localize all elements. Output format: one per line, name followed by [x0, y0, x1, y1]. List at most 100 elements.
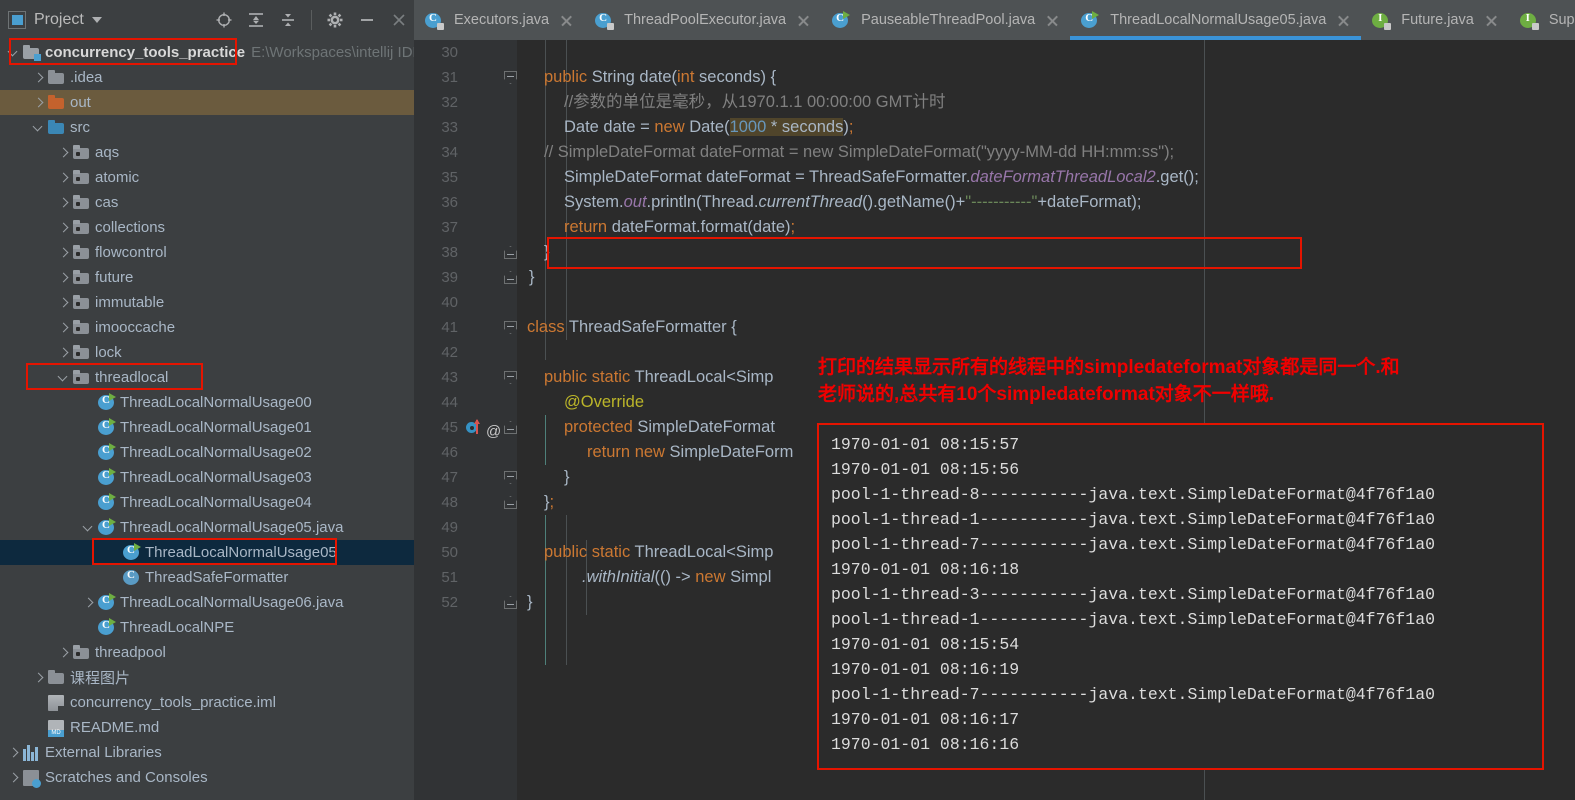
tree-node-threadlocalnormalusage00[interactable]: ThreadLocalNormalUsage00	[0, 390, 414, 415]
project-panel-title-group[interactable]: Project	[8, 11, 102, 29]
code-fold-icon[interactable]	[504, 271, 517, 284]
close-tab-icon[interactable]	[1046, 14, 1059, 27]
chevron-right-icon[interactable]	[58, 248, 68, 258]
tree-node-future[interactable]: future	[0, 265, 414, 290]
chevron-right-icon[interactable]	[8, 773, 18, 783]
chevron-right-icon[interactable]	[58, 648, 68, 658]
code-line-33[interactable]: 33 Date date = new Date(1000 * seconds);	[414, 115, 1575, 140]
code-line-35[interactable]: 35 SimpleDateFormat dateFormat = ThreadSa…	[414, 165, 1575, 190]
code-line-31[interactable]: 31 public String date(int seconds) {	[414, 65, 1575, 90]
code-line-30[interactable]: 30	[414, 40, 1575, 65]
tree-node-imooccache[interactable]: imooccache	[0, 315, 414, 340]
tree-node-concurrency-tools-practice-iml[interactable]: concurrency_tools_practice.iml	[0, 690, 414, 715]
close-tab-icon[interactable]	[1337, 14, 1350, 27]
project-tree[interactable]: concurrency_tools_practice E:\Workspaces\…	[0, 40, 414, 800]
chevron-right-icon[interactable]	[33, 73, 43, 83]
chevron-right-icon[interactable]	[33, 673, 43, 683]
console-output-overlay[interactable]: 1970-01-01 08:15:57 1970-01-01 08:15:56 po…	[817, 423, 1544, 770]
tree-node-threadlocalnormalusage05-java[interactable]: ThreadLocalNormalUsage05.java	[0, 515, 414, 540]
line-number: 35	[441, 169, 458, 186]
tree-node-threadlocalnormalusage06-java[interactable]: ThreadLocalNormalUsage06.java	[0, 590, 414, 615]
tree-node-threadlocalnpe[interactable]: ThreadLocalNPE	[0, 615, 414, 640]
code-line-38[interactable]: 38}	[414, 240, 1575, 265]
tree-node-threadlocalnormalusage01[interactable]: ThreadLocalNormalUsage01	[0, 415, 414, 440]
chevron-down-icon[interactable]	[8, 48, 18, 58]
chevron-down-icon[interactable]	[33, 123, 43, 133]
chevron-right-icon[interactable]	[58, 173, 68, 183]
tree-node-threadlocal[interactable]: threadlocal	[0, 365, 414, 390]
expand-all-icon[interactable]	[247, 11, 265, 29]
chevron-right-icon[interactable]	[33, 98, 43, 108]
code-fold-icon[interactable]	[504, 71, 517, 84]
chevron-right-icon[interactable]	[8, 748, 18, 758]
tree-node-collections[interactable]: collections	[0, 215, 414, 240]
code-fold-icon[interactable]	[504, 421, 517, 434]
tree-node-scratches-and-consoles[interactable]: Scratches and Consoles	[0, 765, 414, 790]
collapse-all-icon[interactable]	[279, 11, 297, 29]
code-line-40[interactable]: 40	[414, 290, 1575, 315]
tab-future-java[interactable]: Future.java	[1361, 0, 1509, 40]
tree-node-immutable[interactable]: immutable	[0, 290, 414, 315]
code-fold-icon[interactable]	[504, 246, 517, 259]
tree-node-idea[interactable]: .idea	[0, 65, 414, 90]
chevron-right-icon[interactable]	[58, 148, 68, 158]
tree-node-out[interactable]: out	[0, 90, 414, 115]
tree-node-label: concurrency_tools_practice	[45, 44, 246, 61]
locate-icon[interactable]	[215, 11, 233, 29]
close-tab-icon[interactable]	[1485, 14, 1498, 27]
tree-node-[interactable]: 课程图片	[0, 665, 414, 690]
code-fold-icon[interactable]	[504, 371, 517, 384]
code-fold-icon[interactable]	[504, 496, 517, 509]
code-line-37[interactable]: 37 return dateFormat.format(date);	[414, 215, 1575, 240]
close-icon[interactable]	[390, 11, 408, 29]
tree-node-external-libraries[interactable]: External Libraries	[0, 740, 414, 765]
java-class-icon	[123, 569, 139, 585]
tree-node-flowcontrol[interactable]: flowcontrol	[0, 240, 414, 265]
code-line-32[interactable]: 32 //参数的单位是毫秒，从1970.1.1 00:00:00 GMT计时	[414, 90, 1575, 115]
tab-threadpoolexecutor-java[interactable]: ThreadPoolExecutor.java	[584, 0, 822, 40]
code-fold-icon[interactable]	[504, 321, 517, 334]
code-line-36[interactable]: 36 System.out.println(Thread.currentThrea…	[414, 190, 1575, 215]
close-tab-icon[interactable]	[560, 14, 573, 27]
tree-node-readme-md[interactable]: README.md	[0, 715, 414, 740]
code-line-34[interactable]: 34 // SimpleDateFormat dateFormat = new S…	[414, 140, 1575, 165]
chevron-right-icon[interactable]	[58, 348, 68, 358]
tree-node-aqs[interactable]: aqs	[0, 140, 414, 165]
tab-supplier-j[interactable]: Supplier.j	[1508, 0, 1575, 40]
tree-node-concurrency-tools-practice[interactable]: concurrency_tools_practice E:\Workspaces\…	[0, 40, 414, 65]
minimize-icon[interactable]	[358, 11, 376, 29]
line-number: 50	[441, 544, 458, 561]
tree-node-threadlocalnormalusage02[interactable]: ThreadLocalNormalUsage02	[0, 440, 414, 465]
gear-icon[interactable]	[326, 11, 344, 29]
code-fold-icon[interactable]	[504, 596, 517, 609]
tree-node-label: threadpool	[95, 644, 166, 661]
tree-node-label: atomic	[95, 169, 140, 186]
chevron-right-icon[interactable]	[58, 198, 68, 208]
close-tab-icon[interactable]	[797, 14, 810, 27]
code-line-39[interactable]: 39}	[414, 265, 1575, 290]
chevron-right-icon[interactable]	[58, 223, 68, 233]
tree-node-threadlocalnormalusage04[interactable]: ThreadLocalNormalUsage04	[0, 490, 414, 515]
tree-node-threadlocalnormalusage05[interactable]: ThreadLocalNormalUsage05	[0, 540, 414, 565]
code-line-41[interactable]: 41 class ThreadSafeFormatter {	[414, 315, 1575, 340]
chevron-down-icon[interactable]	[83, 523, 93, 533]
tree-node-threadsafeformatter[interactable]: ThreadSafeFormatter	[0, 565, 414, 590]
editor-tabbar[interactable]: Executors.java ThreadPoolExecutor.java Pau…	[414, 0, 1575, 40]
chevron-down-icon[interactable]	[58, 373, 68, 383]
tree-node-threadlocalnormalusage03[interactable]: ThreadLocalNormalUsage03	[0, 465, 414, 490]
tree-node-lock[interactable]: lock	[0, 340, 414, 365]
chevron-right-icon[interactable]	[58, 273, 68, 283]
tree-node-atomic[interactable]: atomic	[0, 165, 414, 190]
override-method-icon[interactable]	[466, 419, 480, 434]
tab-pauseablethreadpool-java[interactable]: PauseableThreadPool.java	[821, 0, 1071, 40]
tree-node-src[interactable]: src	[0, 115, 414, 140]
tree-node-cas[interactable]: cas	[0, 190, 414, 215]
chevron-right-icon[interactable]	[58, 298, 68, 308]
tab-executors-java[interactable]: Executors.java	[414, 0, 585, 40]
chevron-down-icon[interactable]	[91, 17, 102, 23]
chevron-right-icon[interactable]	[58, 323, 68, 333]
tab-threadlocalnormalusage05-java[interactable]: ThreadLocalNormalUsage05.java	[1070, 0, 1362, 40]
code-fold-icon[interactable]	[504, 471, 517, 484]
tree-node-threadpool[interactable]: threadpool	[0, 640, 414, 665]
chevron-right-icon[interactable]	[83, 598, 93, 608]
